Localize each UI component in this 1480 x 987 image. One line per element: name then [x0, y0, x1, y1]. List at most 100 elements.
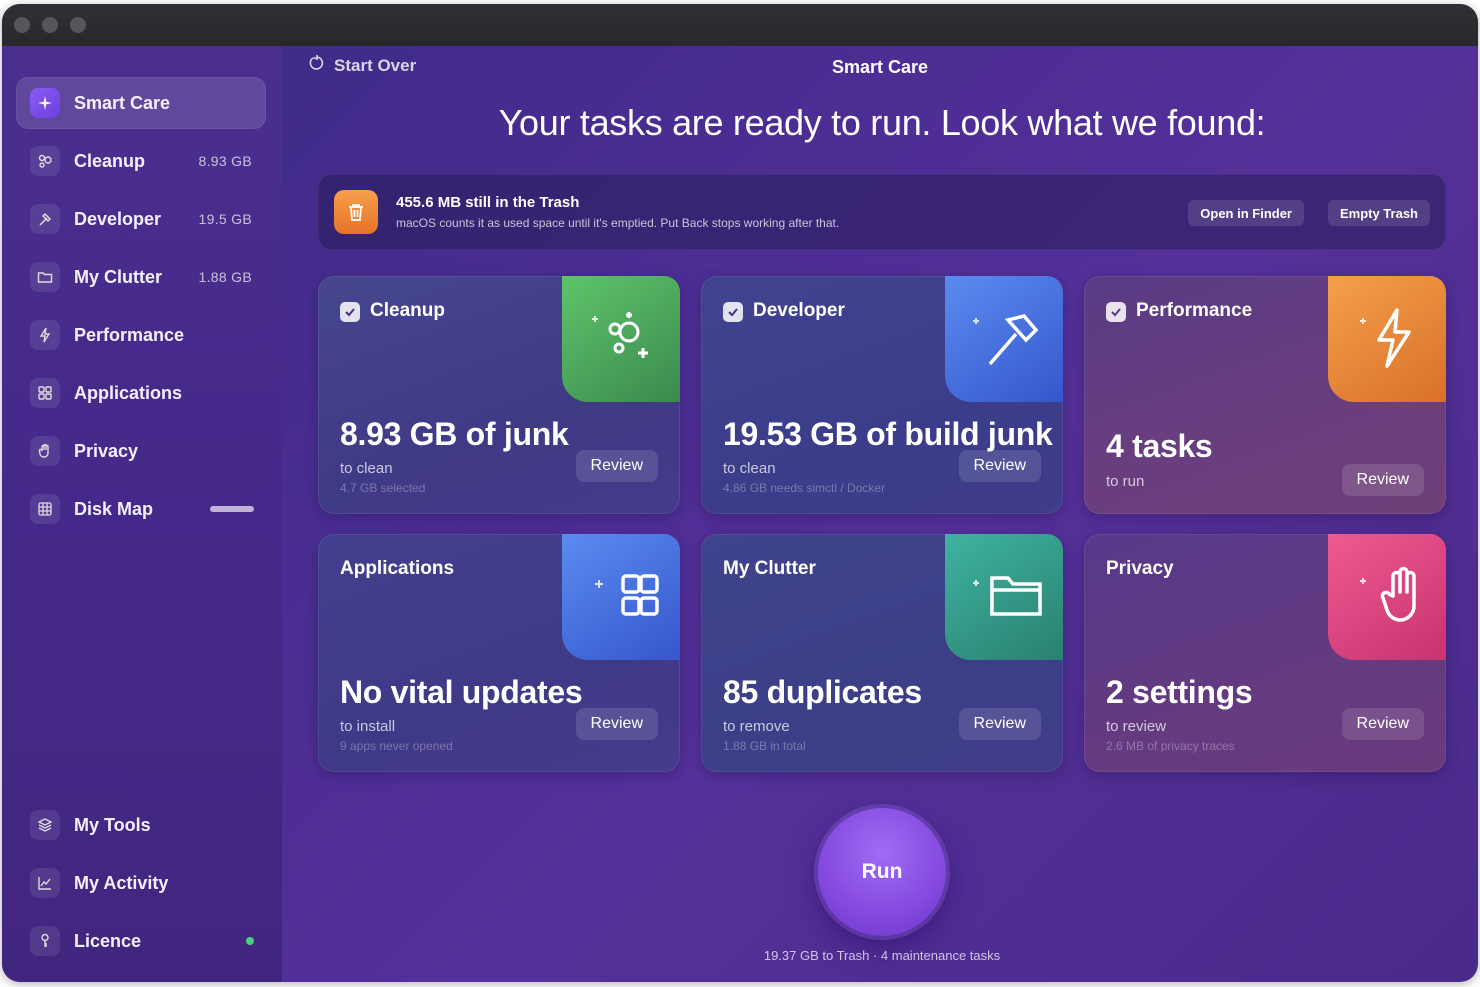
- page-title: Smart Care: [832, 57, 929, 77]
- review-button[interactable]: Review: [1341, 708, 1424, 740]
- start-over-button[interactable]: Start Over: [308, 54, 416, 77]
- sparkle-icon: [30, 88, 60, 118]
- card-note: 4.7 GB selected: [340, 481, 426, 495]
- card-subtitle: to install: [340, 718, 396, 735]
- disk-map-progress-bar: [210, 506, 254, 512]
- minimize-window-button[interactable]: [42, 17, 58, 33]
- card-title: Developer: [753, 300, 845, 321]
- hammer-icon: [945, 276, 1063, 402]
- card-value: 8.93 GB of junk: [340, 416, 569, 452]
- sidebar-item-size: 19.5 GB: [198, 211, 252, 227]
- sidebar-item-disk-map[interactable]: Disk Map: [16, 483, 266, 535]
- bubbles-icon: [30, 146, 60, 176]
- layers-icon: [30, 810, 60, 840]
- developer-card[interactable]: Developer 19.53 GB of build junk to clea…: [701, 276, 1063, 514]
- sidebar-item-size: 8.93 GB: [198, 153, 252, 169]
- folder-icon: [30, 262, 60, 292]
- sidebar-item-label: My Activity: [74, 872, 169, 893]
- title-bar: [2, 4, 1478, 46]
- performance-checkbox[interactable]: [1106, 302, 1126, 322]
- card-value: No vital updates: [340, 674, 583, 710]
- licence-status-indicator: [246, 937, 254, 945]
- trash-icon: [334, 190, 378, 234]
- review-button[interactable]: Review: [958, 708, 1041, 740]
- card-note: 9 apps never opened: [340, 739, 453, 753]
- run-button[interactable]: Run: [818, 808, 946, 936]
- hand-icon: [1328, 534, 1446, 660]
- lightning-icon: [30, 320, 60, 350]
- card-note: 4.86 GB needs simctl / Docker: [723, 481, 886, 495]
- developer-checkbox[interactable]: [723, 302, 743, 322]
- card-note: 1.88 GB in total: [723, 739, 806, 753]
- sparkles-icon: [562, 276, 680, 402]
- hand-icon: [30, 436, 60, 466]
- lightning-icon: [1328, 276, 1446, 402]
- cleanup-card[interactable]: Cleanup 8.93 GB of junk to clean 4.7 GB …: [318, 276, 680, 514]
- review-button[interactable]: Review: [1341, 464, 1424, 496]
- trash-banner: 455.6 MB still in the Trash macOS counts…: [318, 174, 1446, 250]
- start-over-label: Start Over: [334, 55, 417, 75]
- card-subtitle: to review: [1106, 718, 1167, 735]
- sidebar-item-label: Developer: [74, 208, 162, 229]
- disk-map-icon: [30, 494, 60, 524]
- sidebar-item-cleanup[interactable]: Cleanup 8.93 GB: [16, 135, 266, 187]
- sidebar-item-my-activity[interactable]: My Activity: [16, 857, 266, 909]
- applications-card[interactable]: Applications No vital updates to install…: [318, 534, 680, 772]
- sidebar-item-my-tools[interactable]: My Tools: [16, 799, 266, 851]
- card-value: 2 settings: [1106, 674, 1253, 710]
- key-icon: [30, 926, 60, 956]
- card-title: My Clutter: [723, 558, 816, 579]
- card-title: Cleanup: [370, 300, 445, 321]
- sidebar-item-label: Smart Care: [74, 92, 171, 113]
- sidebar-item-label: My Clutter: [74, 266, 163, 287]
- card-value: 4 tasks: [1106, 428, 1213, 464]
- sidebar-item-performance[interactable]: Performance: [16, 309, 266, 361]
- sidebar-item-label: Applications: [74, 382, 183, 403]
- cleanup-checkbox[interactable]: [340, 302, 360, 322]
- sidebar-item-smart-care[interactable]: Smart Care: [16, 77, 266, 129]
- card-note: 2.6 MB of privacy traces: [1106, 739, 1235, 753]
- sidebar-item-size: 1.88 GB: [198, 269, 252, 285]
- review-button[interactable]: Review: [575, 708, 658, 740]
- card-subtitle: to clean: [340, 460, 393, 477]
- activity-chart-icon: [30, 868, 60, 898]
- restart-icon: [308, 54, 326, 77]
- sidebar-item-privacy[interactable]: Privacy: [16, 425, 266, 477]
- zoom-window-button[interactable]: [70, 17, 86, 33]
- app-window: Smart Care Cleanup 8.93 GB Developer 19.…: [2, 4, 1478, 982]
- sidebar-item-my-clutter[interactable]: My Clutter 1.88 GB: [16, 251, 266, 303]
- review-button[interactable]: Review: [958, 450, 1041, 482]
- hammer-icon: [30, 204, 60, 234]
- performance-card[interactable]: Performance 4 tasks to run Review: [1084, 276, 1446, 514]
- headline: Your tasks are ready to run. Look what w…: [498, 102, 1266, 143]
- run-summary: 19.37 GB to Trash · 4 maintenance tasks: [763, 948, 1001, 963]
- sidebar-item-label: Licence: [74, 930, 142, 951]
- sidebar-item-licence[interactable]: Licence: [16, 915, 266, 967]
- my-clutter-card[interactable]: My Clutter 85 duplicates to remove 1.88 …: [701, 534, 1063, 772]
- card-value: 19.53 GB of build junk: [723, 416, 1053, 452]
- sidebar-item-applications[interactable]: Applications: [16, 367, 266, 419]
- review-button[interactable]: Review: [575, 450, 658, 482]
- card-title: Performance: [1136, 300, 1253, 321]
- sidebar-item-label: Performance: [74, 324, 185, 345]
- empty-trash-button[interactable]: Empty Trash: [1327, 200, 1430, 226]
- card-title: Applications: [340, 558, 455, 579]
- card-subtitle: to clean: [723, 460, 776, 477]
- sidebar-item-label: Cleanup: [74, 150, 146, 171]
- sidebar-item-developer[interactable]: Developer 19.5 GB: [16, 193, 266, 245]
- card-subtitle: to run: [1106, 473, 1145, 490]
- folder-icon: [945, 534, 1063, 660]
- privacy-card[interactable]: Privacy 2 settings to review 2.6 MB of p…: [1084, 534, 1446, 772]
- sidebar-item-label: My Tools: [74, 814, 151, 835]
- close-window-button[interactable]: [14, 17, 30, 33]
- card-value: 85 duplicates: [723, 674, 922, 710]
- banner-subtitle: macOS counts it as used space until it's…: [396, 216, 840, 230]
- banner-title: 455.6 MB still in the Trash: [396, 194, 580, 211]
- open-in-finder-button[interactable]: Open in Finder: [1188, 200, 1304, 226]
- grid-icon: [30, 378, 60, 408]
- sidebar: Smart Care Cleanup 8.93 GB Developer 19.…: [2, 46, 282, 982]
- card-title: Privacy: [1106, 558, 1174, 579]
- card-subtitle: to remove: [723, 718, 790, 735]
- sidebar-item-label: Disk Map: [74, 498, 154, 519]
- grid-icon: [562, 534, 680, 660]
